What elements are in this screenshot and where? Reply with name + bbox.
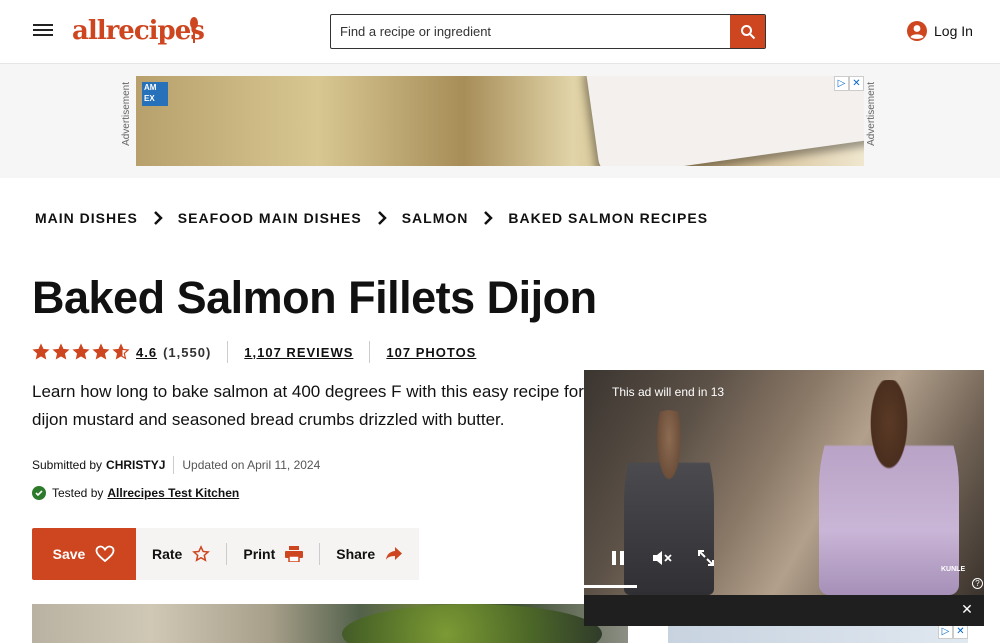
ad-choices[interactable]: ▷ ✕	[834, 76, 864, 91]
breadcrumb-item[interactable]: SALMON	[402, 210, 469, 226]
ad-choices[interactable]: ▷ ✕	[938, 624, 968, 639]
video-progress-bar[interactable]	[584, 585, 637, 588]
account-icon	[907, 21, 927, 41]
help-icon[interactable]: ?	[972, 578, 983, 589]
star-rating[interactable]	[32, 343, 130, 361]
chevron-right-icon	[482, 209, 494, 227]
fullscreen-icon[interactable]	[695, 547, 717, 569]
video-brand-mark: KUNLE	[941, 566, 966, 573]
breadcrumb-item[interactable]: BAKED SALMON RECIPES	[508, 210, 708, 226]
ad-close-icon[interactable]: ✕	[849, 76, 864, 91]
search-input[interactable]	[331, 15, 731, 48]
recipe-photo[interactable]	[32, 604, 628, 643]
video-bottom-bar	[584, 595, 984, 626]
author-link[interactable]: CHRISTYJ	[106, 458, 165, 472]
login-link[interactable]: Log In	[906, 20, 973, 42]
video-player[interactable]: This ad will end in 13 KUNLE ? ✕	[584, 370, 984, 626]
search-box	[330, 14, 766, 49]
tested-by: Tested by Allrecipes Test Kitchen	[32, 486, 239, 500]
video-figure	[819, 380, 959, 595]
rate-button[interactable]: Rate	[152, 545, 211, 563]
ad-close-icon[interactable]: ✕	[953, 624, 968, 639]
ad-label-right: Advertisement	[866, 82, 877, 146]
test-kitchen-link[interactable]: Allrecipes Test Kitchen	[107, 486, 239, 500]
star-full-icon	[92, 343, 110, 360]
printer-icon	[285, 546, 304, 562]
login-label: Log In	[934, 23, 973, 39]
breadcrumb-item[interactable]: SEAFOOD MAIN DISHES	[178, 210, 362, 226]
rating-value[interactable]: 4.6	[136, 345, 157, 360]
adchoices-icon[interactable]: ▷	[938, 624, 953, 639]
breadcrumb-item[interactable]: MAIN DISHES	[35, 210, 138, 226]
star-half-icon	[112, 343, 130, 360]
divider	[319, 543, 321, 565]
breadcrumb: MAIN DISHES SEAFOOD MAIN DISHES SALMON B…	[35, 209, 708, 227]
star-full-icon	[72, 343, 90, 360]
rating-row: 4.6 (1,550) 1,107 REVIEWS 107 PHOTOS	[32, 340, 476, 364]
divider	[227, 341, 229, 363]
chevron-right-icon	[152, 209, 164, 227]
site-logo[interactable]: allrecipes	[72, 16, 205, 46]
ad-label-left: Advertisement	[121, 82, 132, 146]
star-full-icon	[32, 343, 50, 360]
star-full-icon	[52, 343, 70, 360]
divider	[369, 341, 371, 363]
share-arrow-icon	[386, 547, 403, 560]
muted-icon[interactable]	[651, 547, 673, 569]
ad-card-graphic	[584, 76, 864, 166]
close-icon[interactable]: ✕	[959, 602, 975, 618]
ad-countdown: This ad will end in 13	[612, 385, 725, 399]
share-button[interactable]: Share	[336, 546, 403, 562]
reviews-link[interactable]: 1,107 REVIEWS	[244, 345, 353, 360]
verified-check-icon	[32, 486, 46, 500]
save-label: Save	[52, 546, 86, 562]
recipe-actions: Save Rate Print Share	[32, 528, 420, 580]
top-ad-band: Advertisement AM EX ▷ ✕ Advertisement	[0, 64, 1000, 178]
tested-prefix: Tested by	[52, 486, 104, 500]
print-label: Print	[243, 546, 276, 562]
site-header: allrecipes Log In	[0, 0, 1000, 64]
byline: Submitted by CHRISTYJ Updated on April 1…	[32, 456, 320, 474]
logo-spoon-icon	[190, 17, 198, 43]
rating-count: (1,550)	[163, 344, 212, 360]
submitted-prefix: Submitted by	[32, 458, 103, 472]
divider	[173, 456, 175, 474]
updated-date: Updated on April 11, 2024	[182, 458, 321, 472]
action-group: Rate Print Share	[136, 528, 420, 580]
search-icon	[740, 24, 755, 39]
chevron-right-icon	[376, 209, 388, 227]
top-ad-banner[interactable]: AM EX ▷ ✕	[136, 76, 864, 166]
save-button[interactable]: Save	[32, 528, 136, 580]
pause-icon[interactable]	[607, 547, 629, 569]
plate-graphic	[342, 604, 602, 643]
divider	[226, 543, 228, 565]
adchoices-icon[interactable]: ▷	[834, 76, 849, 91]
menu-icon[interactable]	[31, 21, 55, 43]
page-title: Baked Salmon Fillets Dijon	[32, 272, 597, 323]
print-button[interactable]: Print	[243, 546, 304, 562]
photos-link[interactable]: 107 PHOTOS	[386, 345, 476, 360]
recipe-description: Learn how long to bake salmon at 400 deg…	[32, 382, 584, 429]
amex-logo: AM EX	[142, 82, 168, 106]
share-label: Share	[336, 546, 376, 562]
star-outline-icon	[192, 545, 211, 562]
search-button[interactable]	[730, 15, 765, 48]
rate-label: Rate	[152, 546, 183, 562]
heart-icon	[95, 545, 115, 563]
